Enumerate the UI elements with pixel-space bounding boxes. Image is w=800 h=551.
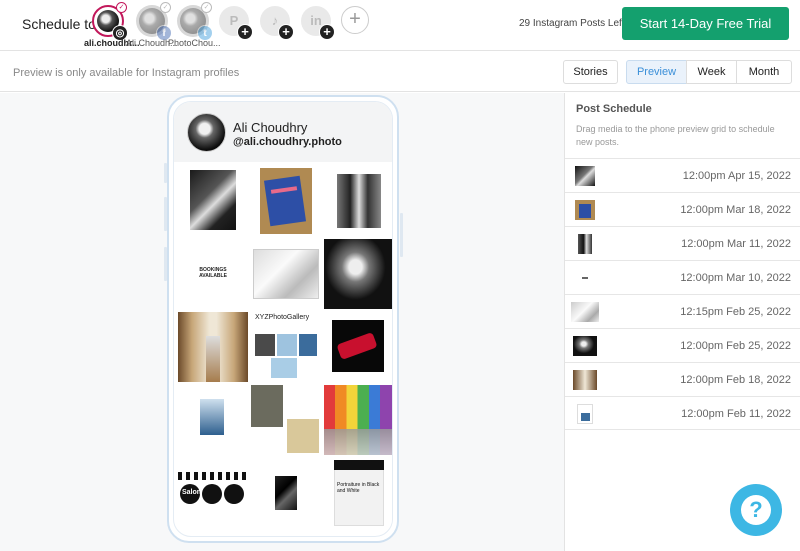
- grid-post[interactable]: Portraiture in Black and White: [324, 458, 392, 528]
- plus-icon: +: [349, 8, 361, 30]
- preview-note: Preview is only available for Instagram …: [13, 67, 240, 79]
- profile-header: Ali Choudhry @ali.choudhry.photo: [174, 102, 392, 162]
- profile-linkedin[interactable]: in +: [301, 6, 335, 40]
- grid-post[interactable]: BOOKINGS AVAILABLE: [178, 239, 248, 309]
- schedule-to-label: Schedule to: [22, 16, 96, 32]
- grid-post[interactable]: [324, 385, 392, 455]
- grid-post[interactable]: [251, 239, 321, 309]
- add-profile-button[interactable]: +: [341, 6, 369, 34]
- schedule-time: 12:00pm Feb 11, 2022: [681, 408, 791, 420]
- schedule-item[interactable]: 12:00pm Feb 18, 2022: [565, 362, 800, 396]
- grid-post[interactable]: [178, 312, 248, 382]
- schedule-item[interactable]: 12:00pm Mar 18, 2022: [565, 192, 800, 226]
- profile-instagram[interactable]: ◎ ✓: [92, 2, 128, 41]
- profile-pinterest[interactable]: P +: [219, 6, 253, 40]
- tiktok-icon: ♪: [271, 13, 279, 28]
- post-thumbnail: [578, 234, 592, 254]
- schedule-time: 12:15pm Feb 25, 2022: [680, 306, 791, 318]
- profile-tiktok[interactable]: ♪ +: [260, 6, 294, 40]
- post-thumbnail: [573, 336, 597, 356]
- schedule-time: 12:00pm Mar 10, 2022: [680, 272, 791, 284]
- check-icon: ✓: [116, 2, 127, 13]
- plus-icon: +: [278, 24, 294, 40]
- grid-post[interactable]: [324, 239, 392, 309]
- schedule-item[interactable]: 12:00pm Mar 10, 2022: [565, 260, 800, 294]
- posts-left-count: 29 Instagram Posts Left: [519, 18, 625, 29]
- profile-name-twitter: PhotoChou...: [168, 38, 221, 48]
- grid-post[interactable]: XYZPhotoGallery: [251, 312, 321, 382]
- tab-preview[interactable]: Preview: [626, 60, 687, 84]
- schedule-time: 12:00pm Mar 11, 2022: [681, 238, 791, 250]
- tab-week[interactable]: Week: [686, 60, 737, 84]
- stories-button[interactable]: Stories: [563, 60, 618, 84]
- grid-text-salon: Salon: [182, 489, 202, 496]
- check-icon: ✓: [201, 2, 212, 13]
- plus-icon: +: [237, 24, 253, 40]
- grid-post[interactable]: [251, 385, 321, 455]
- post-schedule-description: Drag media to the phone preview grid to …: [576, 124, 775, 147]
- schedule-item[interactable]: 12:00pm Feb 25, 2022: [565, 328, 800, 362]
- schedule-time: 12:00pm Feb 18, 2022: [680, 374, 791, 386]
- post-schedule-title: Post Schedule: [576, 103, 652, 115]
- plus-icon: +: [319, 24, 335, 40]
- start-trial-button[interactable]: Start 14-Day Free Trial: [622, 7, 789, 40]
- schedule-time: 12:00pm Mar 18, 2022: [680, 204, 791, 216]
- profile-name: Ali Choudhry: [233, 120, 308, 135]
- schedule-item[interactable]: 12:00pm Apr 15, 2022: [565, 158, 800, 192]
- schedule-time: 12:00pm Apr 15, 2022: [682, 170, 791, 182]
- post-thumbnail: [571, 302, 599, 322]
- grid-post[interactable]: [251, 166, 321, 236]
- profile-facebook[interactable]: f ✓: [136, 2, 172, 41]
- pinterest-icon: P: [229, 13, 239, 28]
- top-bar: Schedule to ◎ ✓ ali.choudhr... f ✓ Ali C…: [0, 0, 800, 51]
- schedule-item[interactable]: 12:15pm Feb 25, 2022: [565, 294, 800, 328]
- post-thumbnail: [575, 200, 595, 220]
- post-schedule-panel: Post Schedule Drag media to the phone pr…: [564, 93, 800, 551]
- help-button[interactable]: ?: [730, 484, 782, 536]
- post-thumbnail: [575, 268, 595, 288]
- question-icon: ?: [741, 495, 771, 525]
- grid-text-portraiture: Portraiture in Black and White: [337, 482, 380, 494]
- schedule-time: 12:00pm Feb 25, 2022: [680, 340, 791, 352]
- check-icon: ✓: [160, 2, 171, 13]
- post-thumbnail: [575, 166, 595, 186]
- post-thumbnail: [577, 404, 593, 424]
- profile-twitter[interactable]: t ✓: [177, 2, 213, 41]
- schedule-item[interactable]: 12:00pm Mar 11, 2022: [565, 226, 800, 260]
- phone-preview: Ali Choudhry @ali.choudhry.photo BOOKING…: [164, 95, 403, 543]
- grid-text-bookings: BOOKINGS AVAILABLE: [199, 267, 227, 279]
- view-toolbar: Preview is only available for Instagram …: [0, 52, 800, 92]
- avatar: [187, 113, 226, 152]
- schedule-item[interactable]: 12:00pm Feb 11, 2022: [565, 396, 800, 430]
- tab-month[interactable]: Month: [736, 60, 792, 84]
- grid-post[interactable]: [324, 166, 392, 236]
- post-thumbnail: [573, 370, 597, 390]
- grid-post[interactable]: [178, 385, 248, 455]
- grid-post[interactable]: Salon: [178, 458, 248, 528]
- profile-handle: @ali.choudhry.photo: [233, 136, 342, 148]
- grid-text-gallery: XYZPhotoGallery: [255, 314, 310, 321]
- grid-post[interactable]: [178, 166, 248, 236]
- grid-post[interactable]: [324, 312, 392, 382]
- grid-post[interactable]: [251, 458, 321, 528]
